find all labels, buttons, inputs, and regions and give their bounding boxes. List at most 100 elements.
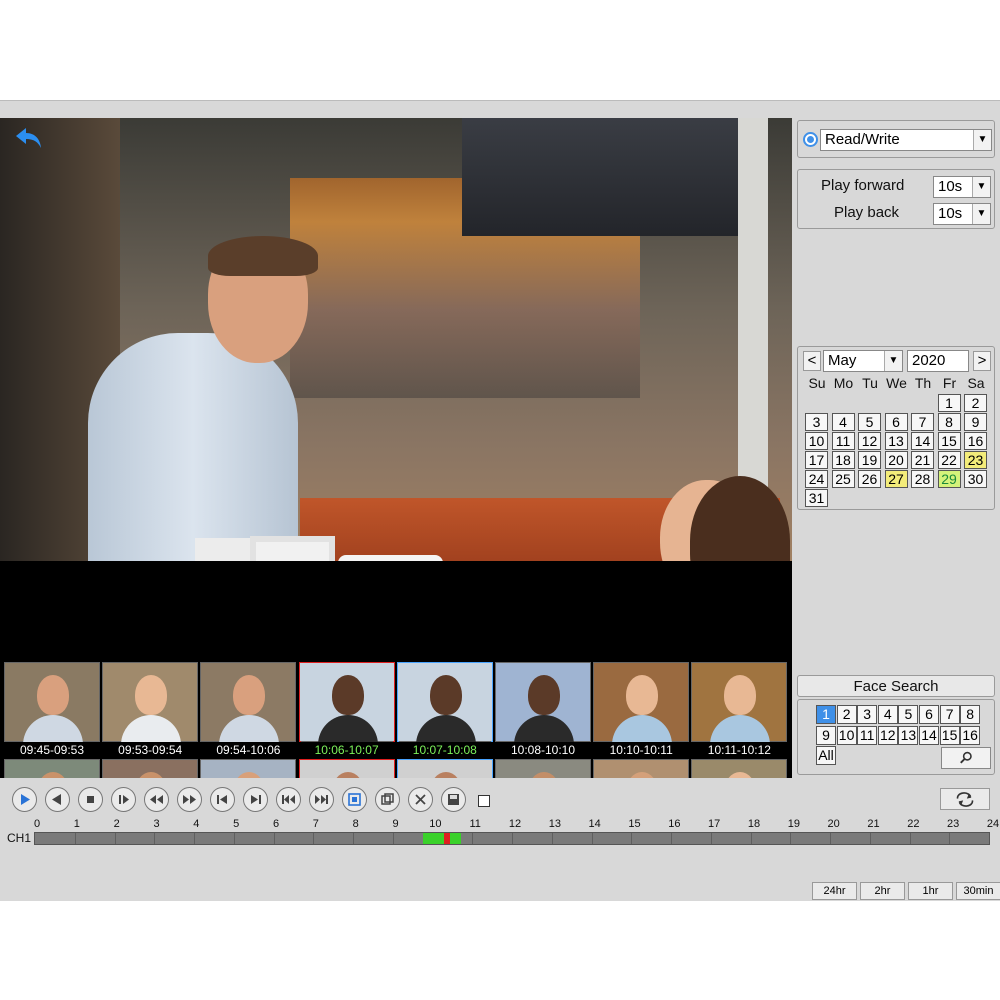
slow-button[interactable] <box>144 787 169 812</box>
face-thumbnail[interactable]: 10:07-10:08 <box>396 662 493 758</box>
next-file-button[interactable] <box>309 787 334 812</box>
calendar-day[interactable]: 9 <box>964 413 987 431</box>
face-search-page[interactable]: 8 <box>960 705 981 724</box>
face-search-page[interactable]: 13 <box>898 726 919 745</box>
face-thumbnail[interactable]: 10:06-10:07 <box>298 662 395 758</box>
face-thumbnail[interactable]: 10:10-10:11 <box>593 662 690 758</box>
calendar-day[interactable]: 16 <box>964 432 987 450</box>
calendar-day[interactable]: 7 <box>911 413 934 431</box>
backup-button[interactable] <box>342 787 367 812</box>
calendar-day[interactable]: 24 <box>805 470 828 488</box>
timeline-track[interactable] <box>34 832 990 845</box>
face-thumbnail-grid: 09:45-09:53 09:53-09:54 09:54-10:06 10:06-1… <box>0 561 792 855</box>
calendar-day[interactable]: 29 <box>937 470 961 488</box>
clip-checkbox[interactable] <box>478 795 490 807</box>
month-select[interactable]: May ▼ <box>823 350 903 372</box>
face-search-page[interactable]: 12 <box>877 726 898 745</box>
face-thumbnail[interactable]: 09:45-09:53 <box>4 662 100 758</box>
face-search-page[interactable]: 3 <box>857 705 878 724</box>
calendar-next-button[interactable]: > <box>973 351 991 371</box>
zoom-24hr-button[interactable]: 24hr <box>812 882 857 900</box>
clip-button[interactable] <box>375 787 400 812</box>
pause-step-button[interactable] <box>111 787 136 812</box>
calendar-day[interactable]: 25 <box>831 470 855 488</box>
face-search-page[interactable]: 16 <box>960 726 981 745</box>
back-arrow-icon[interactable] <box>12 124 46 152</box>
face-search-page[interactable]: 2 <box>836 705 857 724</box>
face-search-page[interactable]: 6 <box>919 705 939 724</box>
face-thumbnail[interactable]: 09:53-09:54 <box>102 662 199 758</box>
cut-button[interactable] <box>408 787 433 812</box>
face-thumbnail[interactable]: 09:54-10:06 <box>200 662 297 758</box>
play-button[interactable] <box>12 787 37 812</box>
calendar-day[interactable]: 17 <box>805 451 828 469</box>
calendar-day[interactable]: 11 <box>831 432 855 450</box>
calendar-day[interactable]: 28 <box>911 470 934 488</box>
face-search-page[interactable]: 15 <box>939 726 960 745</box>
mode-select[interactable]: Read/Write ▼ <box>820 129 992 151</box>
calendar-day[interactable]: 19 <box>858 451 881 469</box>
calendar-day[interactable]: 14 <box>911 432 934 450</box>
calendar-day[interactable]: 13 <box>884 432 908 450</box>
all-pages-button[interactable]: All <box>816 746 836 765</box>
face-search-page[interactable]: 4 <box>877 705 898 724</box>
face-thumbnail[interactable]: 10:11-10:12 <box>691 662 788 758</box>
calendar-prev-button[interactable]: < <box>803 351 821 371</box>
hour-gridline <box>392 833 394 844</box>
calendar-day[interactable]: 8 <box>937 413 961 431</box>
calendar-day[interactable]: 18 <box>831 451 855 469</box>
calendar-day[interactable]: 3 <box>805 413 828 431</box>
face-search-page[interactable]: 11 <box>857 726 878 745</box>
zoom-1hr-button[interactable]: 1hr <box>908 882 953 900</box>
face-search-page[interactable]: 9 <box>816 726 836 745</box>
zoom-2hr-button[interactable]: 2hr <box>860 882 905 900</box>
face-search-page[interactable]: 7 <box>939 705 960 724</box>
hour-tick-label: 19 <box>787 818 800 830</box>
thumbnail-person-body <box>121 715 182 745</box>
thumbnail-person-face <box>135 675 168 715</box>
calendar-day[interactable]: 5 <box>858 413 881 431</box>
calendar-day[interactable]: 26 <box>858 470 881 488</box>
fast-button[interactable] <box>177 787 202 812</box>
face-thumbnail[interactable]: 10:08-10:10 <box>495 662 591 758</box>
face-search-page[interactable]: 5 <box>898 705 919 724</box>
hour-tick-label: 21 <box>867 818 880 830</box>
face-search-page[interactable]: 10 <box>836 726 857 745</box>
hour-tick-label: 18 <box>747 818 761 830</box>
calendar-day[interactable]: 10 <box>805 432 828 450</box>
calendar-day[interactable]: 30 <box>964 470 987 488</box>
calendar-day[interactable]: 15 <box>937 432 961 450</box>
mode-radio[interactable] <box>803 132 818 147</box>
play-back-select[interactable]: 10s ▼ <box>933 203 991 225</box>
reverse-play-button[interactable] <box>45 787 70 812</box>
hour-tick-label: 17 <box>708 818 721 830</box>
stop-button[interactable] <box>78 787 103 812</box>
face-search-page[interactable]: 14 <box>919 726 939 745</box>
calendar-day[interactable]: 12 <box>858 432 881 450</box>
thumbnail-person-body <box>514 715 574 745</box>
calendar-day[interactable]: 27 <box>884 470 908 488</box>
calendar-day[interactable]: 23 <box>964 451 987 469</box>
calendar-day[interactable]: 21 <box>911 451 934 469</box>
save-button[interactable] <box>441 787 466 812</box>
refresh-button[interactable] <box>940 788 990 810</box>
next-frame-button[interactable] <box>243 787 268 812</box>
hour-tick-label: 8 <box>352 818 359 830</box>
hour-gridline <box>869 833 871 844</box>
calendar-day[interactable]: 2 <box>964 394 987 412</box>
zoom-30min-button[interactable]: 30min <box>956 882 1000 900</box>
calendar-day[interactable]: 22 <box>937 451 961 469</box>
calendar-day[interactable]: 6 <box>884 413 908 431</box>
year-select[interactable]: 2020 <box>907 350 969 372</box>
calendar-day[interactable]: 1 <box>937 394 961 412</box>
prev-file-button[interactable] <box>276 787 301 812</box>
play-forward-select[interactable]: 10s ▼ <box>933 176 991 198</box>
calendar-day[interactable]: 4 <box>831 413 855 431</box>
prev-frame-button[interactable] <box>210 787 235 812</box>
calendar-day[interactable]: 20 <box>884 451 908 469</box>
calendar-day[interactable]: 31 <box>805 489 828 507</box>
face-search-button[interactable] <box>941 747 991 769</box>
hour-gridline <box>551 833 553 844</box>
reverse-icon <box>52 794 61 805</box>
face-search-page[interactable]: 1 <box>816 705 836 724</box>
